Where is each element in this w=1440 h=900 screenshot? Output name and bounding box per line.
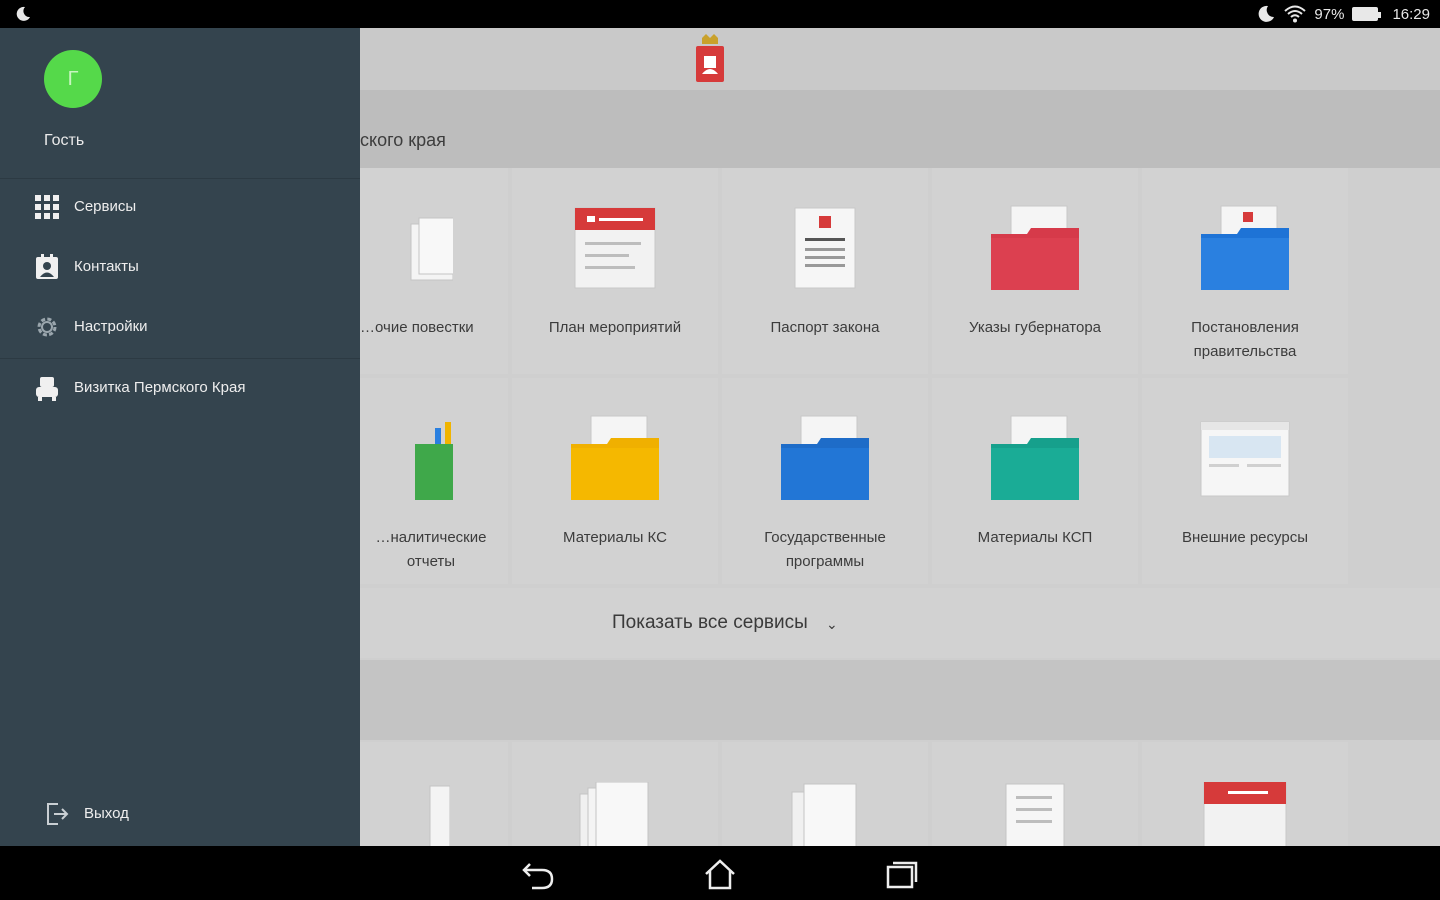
calendar-icon <box>1203 782 1287 846</box>
clock: 16:29 <box>1392 5 1430 23</box>
service-tile[interactable] <box>512 742 718 846</box>
drawer-item-perm-card[interactable]: Визитка Пермского Края <box>0 359 360 419</box>
user-name: Гость <box>44 132 85 149</box>
moon-icon <box>1259 5 1275 22</box>
show-all-label: Показать все сервисы <box>612 612 808 633</box>
show-all-services-button[interactable]: Показать все сервисы ⌄ <box>360 588 1440 658</box>
navigation-drawer: Г Гость Сервисы Контакты Настройки Визит… <box>0 28 360 846</box>
service-tile[interactable] <box>1142 742 1348 846</box>
service-label: Внешние ресурсы <box>1182 529 1308 546</box>
service-tile[interactable]: Указы губернатора <box>932 168 1138 374</box>
perm-crest-icon <box>696 34 724 82</box>
bear-emblem-icon <box>36 377 58 401</box>
drawer-item-label: Контакты <box>74 258 139 275</box>
section-header <box>360 660 1440 740</box>
service-tile[interactable] <box>932 742 1138 846</box>
drawer-item-label: Визитка Пермского Края <box>74 379 246 396</box>
wifi-icon <box>1284 5 1307 23</box>
teal-folder-icon <box>991 415 1079 500</box>
service-label: …налитические отчеты <box>375 529 487 570</box>
service-label: Материалы КС <box>563 529 667 546</box>
blue-folder-icon <box>1201 205 1289 290</box>
drawer-item-settings[interactable]: Настройки <box>0 298 360 358</box>
green-folder-chart-icon <box>415 422 453 500</box>
logout-icon <box>47 803 69 825</box>
law-document-icon <box>794 207 856 289</box>
back-icon[interactable] <box>520 858 556 890</box>
service-label: …очие повестки <box>360 319 474 336</box>
service-tile[interactable]: Паспорт закона <box>722 168 928 374</box>
service-label: Материалы КСП <box>977 529 1093 546</box>
region-title: ского края <box>360 90 1440 168</box>
drawer-item-label: Сервисы <box>74 198 137 215</box>
grid-icon <box>35 195 59 219</box>
drawer-item-contacts[interactable]: Контакты <box>0 238 360 298</box>
avatar[interactable]: Г <box>44 50 102 108</box>
calendar-icon <box>574 207 656 289</box>
service-label: Указы губернатора <box>968 319 1102 336</box>
document-stack-icon <box>791 783 857 846</box>
list-document-icon <box>1005 783 1065 846</box>
service-tile[interactable]: Государственные программы <box>722 378 928 584</box>
moon-icon <box>16 6 30 21</box>
service-label: Государственные программы <box>764 529 886 570</box>
yellow-folder-icon <box>571 415 659 500</box>
service-label: Постановления правительства <box>1191 319 1299 360</box>
recent-apps-icon[interactable] <box>884 858 920 890</box>
blue-folder-check-icon <box>781 415 869 500</box>
region-title-text: ского края <box>360 130 446 150</box>
gear-icon <box>37 317 57 337</box>
document-stack-icon <box>579 782 649 846</box>
service-tile[interactable]: Материалы КСП <box>932 378 1138 584</box>
document-stack-icon <box>410 217 453 281</box>
service-tile[interactable]: План мероприятий <box>512 168 718 374</box>
service-tile[interactable]: Постановления правительства <box>1142 168 1348 374</box>
service-tile[interactable]: Материалы КС <box>512 378 718 584</box>
service-label: План мероприятий <box>548 319 682 336</box>
battery-percent: 97% <box>1314 5 1345 23</box>
browser-window-icon <box>1200 421 1290 497</box>
chevron-down-icon: ⌄ <box>826 616 838 632</box>
service-tile[interactable] <box>722 742 928 846</box>
home-icon[interactable] <box>702 858 738 890</box>
status-bar: 97% 16:29 <box>0 0 1440 28</box>
battery-icon <box>1352 7 1382 21</box>
system-navigation-bar <box>0 846 1440 900</box>
drawer-item-label: Настройки <box>74 318 148 335</box>
logout-button[interactable]: Выход <box>0 785 360 845</box>
red-folder-icon <box>991 205 1079 290</box>
service-label: Паспорт закона <box>770 319 880 336</box>
logout-label: Выход <box>84 805 129 822</box>
drawer-item-services[interactable]: Сервисы <box>0 178 360 238</box>
document-icon <box>429 785 450 846</box>
contacts-icon <box>36 254 58 279</box>
service-tile[interactable]: Внешние ресурсы <box>1142 378 1348 584</box>
